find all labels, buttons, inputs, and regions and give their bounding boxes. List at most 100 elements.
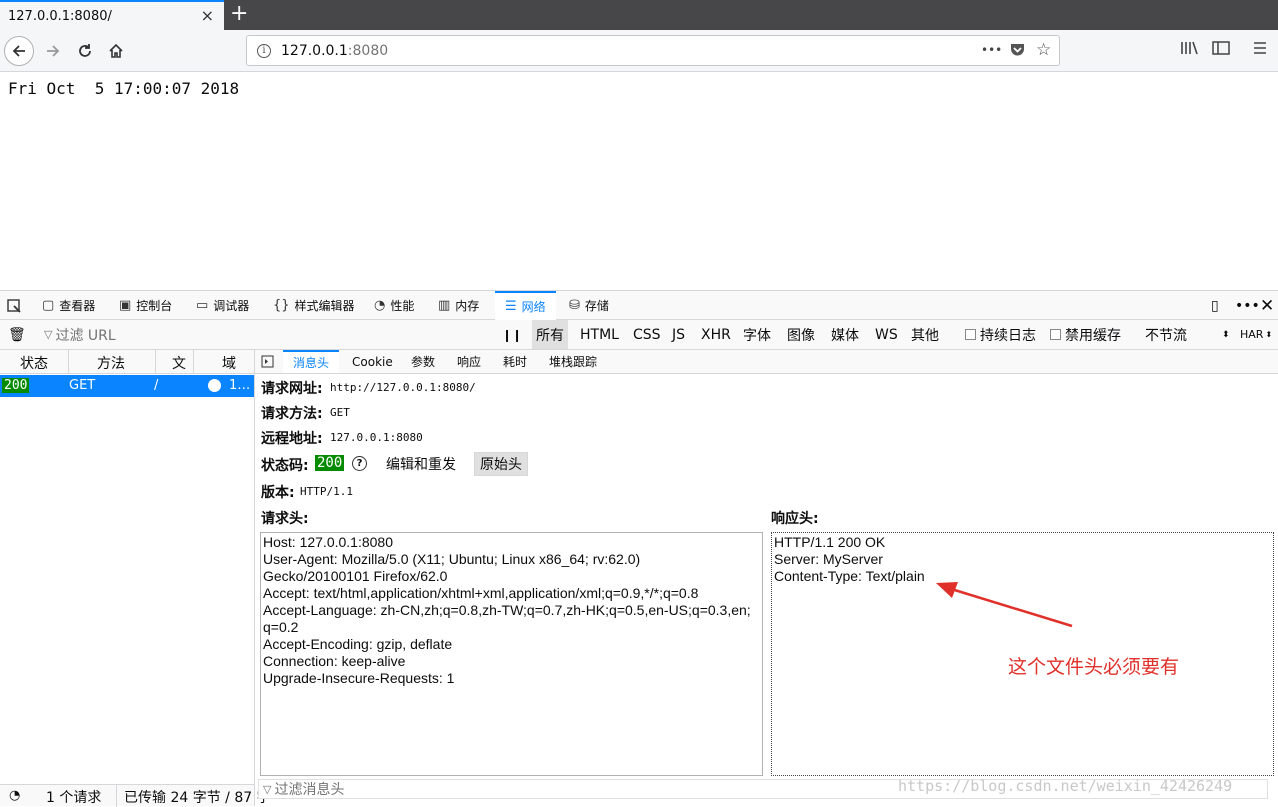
filter-js[interactable]: JS xyxy=(672,320,685,349)
disable-cache-checkbox[interactable]: 禁用缓存 xyxy=(1050,320,1121,349)
url-bar[interactable]: i 127.0.0.1:8080 ••• ☆ xyxy=(246,35,1060,66)
memory-icon: ▥ xyxy=(438,298,451,313)
checkbox xyxy=(965,329,976,340)
forward-arrow-icon xyxy=(47,45,60,57)
tab-timings[interactable]: 耗时 xyxy=(503,350,527,373)
tab-inspector[interactable]: ▢ 查看器 xyxy=(42,291,95,320)
request-row[interactable]: 200 GET / 1… xyxy=(0,375,254,397)
performance-analysis-icon[interactable]: ◔ xyxy=(9,788,20,803)
column-method[interactable]: 方法 xyxy=(97,353,125,373)
tab-label: 存储 xyxy=(584,299,609,313)
trash-icon[interactable]: 🗑 xyxy=(8,320,26,349)
raw-headers-button[interactable]: 原始头 xyxy=(474,452,528,476)
globe-icon xyxy=(208,379,221,392)
tab-label: 内存 xyxy=(455,299,480,313)
tab-headers[interactable]: 消息头 xyxy=(283,350,340,373)
tab-storage[interactable]: ⛁ 存储 xyxy=(569,291,609,320)
tab-memory[interactable]: ▥ 内存 xyxy=(438,291,479,320)
reload-icon xyxy=(79,44,91,57)
request-url-label: 请求网址: xyxy=(261,381,323,397)
filter-html[interactable]: HTML xyxy=(580,320,619,349)
library-icon[interactable] xyxy=(1180,40,1198,60)
tab-console[interactable]: ▣ 控制台 xyxy=(119,291,172,320)
tab-label: 控制台 xyxy=(136,299,173,313)
column-divider xyxy=(155,350,156,374)
tab-label: 调试器 xyxy=(213,299,250,313)
panel-splitter[interactable] xyxy=(254,350,255,806)
version-value: HTTP/1.1 xyxy=(300,485,353,498)
throttle-dropdown-icon[interactable]: ⬍ xyxy=(1222,320,1230,349)
network-filter-bar: 🗑 ▽ 过滤 URL ❙❙ 所有 HTML CSS JS XHR 字体 图像 媒体… xyxy=(0,320,1278,350)
toggle-panel-icon[interactable] xyxy=(261,350,274,373)
home-button[interactable] xyxy=(101,36,131,66)
request-method-label: 请求方法: xyxy=(261,406,323,422)
debugger-icon: ▭ xyxy=(196,298,209,313)
menu-icon[interactable] xyxy=(1252,40,1268,60)
pocket-icon[interactable] xyxy=(1009,41,1026,62)
performance-icon: ◔ xyxy=(374,298,386,313)
column-status[interactable]: 状态 xyxy=(20,353,48,373)
filter-other[interactable]: 其他 xyxy=(911,320,939,349)
filter-xhr[interactable]: XHR xyxy=(701,320,731,349)
request-method: GET xyxy=(69,378,96,393)
column-file[interactable]: 文 xyxy=(172,353,186,373)
url-host: 127.0.0.1 xyxy=(281,42,348,59)
site-info-icon[interactable]: i xyxy=(257,43,271,58)
edit-resend-button[interactable]: 编辑和重发 xyxy=(381,453,461,475)
tab-cookie[interactable]: Cookie xyxy=(352,350,393,373)
sidebar-icon[interactable] xyxy=(1212,40,1230,60)
filter-fonts[interactable]: 字体 xyxy=(743,320,771,349)
help-icon[interactable]: ? xyxy=(352,456,367,471)
tab-debugger[interactable]: ▭ 调试器 xyxy=(196,291,249,320)
filter-css[interactable]: CSS xyxy=(633,320,661,349)
column-divider xyxy=(68,350,69,374)
page-actions-icon[interactable]: ••• xyxy=(981,43,1002,57)
tab-label: 性能 xyxy=(390,299,415,313)
page-date-text: Fri Oct 5 17:00:07 2018 xyxy=(8,79,240,98)
column-domain[interactable]: 域 xyxy=(222,353,236,373)
throttle-select[interactable]: 不节流 xyxy=(1145,320,1187,349)
devtools-toolbar: ▢ 查看器 ▣ 控制台 ▭ 调试器 {} 样式编辑器 ◔ 性能 ▥ 内存 ☰ 网络 ⛁ 存储 ▯… xyxy=(0,290,1278,320)
request-file: / xyxy=(154,378,159,393)
tab-response[interactable]: 响应 xyxy=(457,350,481,373)
back-button[interactable] xyxy=(4,36,34,66)
element-picker-button[interactable] xyxy=(6,291,22,320)
filter-icon: ▽ xyxy=(44,328,53,341)
filter-all[interactable]: 所有 xyxy=(532,320,568,349)
request-method-value: GET xyxy=(330,406,350,419)
tab-title: 127.0.0.1:8080/ xyxy=(8,8,112,24)
filter-url-input[interactable]: ▽ 过滤 URL xyxy=(44,320,116,349)
navigation-bar: i 127.0.0.1:8080 ••• ☆ xyxy=(0,30,1278,72)
annotation-arrow xyxy=(936,582,1073,628)
remote-address-value: 127.0.0.1:8080 xyxy=(330,431,423,444)
transferred-size: 已传输 24 字节 / 87 字 xyxy=(124,790,271,806)
storage-icon: ⛁ xyxy=(569,298,580,313)
status-divider xyxy=(116,785,117,807)
forward-button[interactable] xyxy=(38,36,68,66)
filter-url-placeholder: 过滤 URL xyxy=(55,327,116,344)
tab-performance[interactable]: ◔ 性能 xyxy=(374,291,414,320)
tab-params[interactable]: 参数 xyxy=(411,350,435,373)
filter-ws[interactable]: WS xyxy=(875,320,898,349)
browser-tab[interactable]: 127.0.0.1:8080/ × xyxy=(0,0,224,30)
bookmark-star-icon[interactable]: ☆ xyxy=(1036,40,1051,60)
tab-label: 网络 xyxy=(521,300,546,314)
filter-icon: ▽ xyxy=(263,782,272,796)
filter-images[interactable]: 图像 xyxy=(787,320,815,349)
har-menu[interactable]: HAR ⬍ xyxy=(1240,320,1272,349)
reload-button[interactable] xyxy=(70,36,100,66)
persist-logs-checkbox[interactable]: 持续日志 xyxy=(965,320,1036,349)
tab-style-editor[interactable]: {} 样式编辑器 xyxy=(273,291,355,320)
tab-network[interactable]: ☰ 网络 xyxy=(495,291,556,320)
home-icon xyxy=(109,43,123,58)
more-options-icon[interactable]: ••• xyxy=(1235,291,1260,320)
remote-address-label: 远程地址: xyxy=(261,431,323,447)
request-headers-textarea[interactable]: Host: 127.0.0.1:8080 User-Agent: Mozilla… xyxy=(260,532,763,776)
new-tab-button[interactable]: + xyxy=(230,1,248,26)
tab-close-icon[interactable]: × xyxy=(201,6,214,25)
close-devtools-icon[interactable]: ✕ xyxy=(1260,291,1274,320)
filter-media[interactable]: 媒体 xyxy=(831,320,859,349)
tab-stack-trace[interactable]: 堆栈跟踪 xyxy=(549,350,597,373)
dock-icon[interactable]: ▯ xyxy=(1211,291,1219,320)
pause-icon[interactable]: ❙❙ xyxy=(502,320,522,349)
